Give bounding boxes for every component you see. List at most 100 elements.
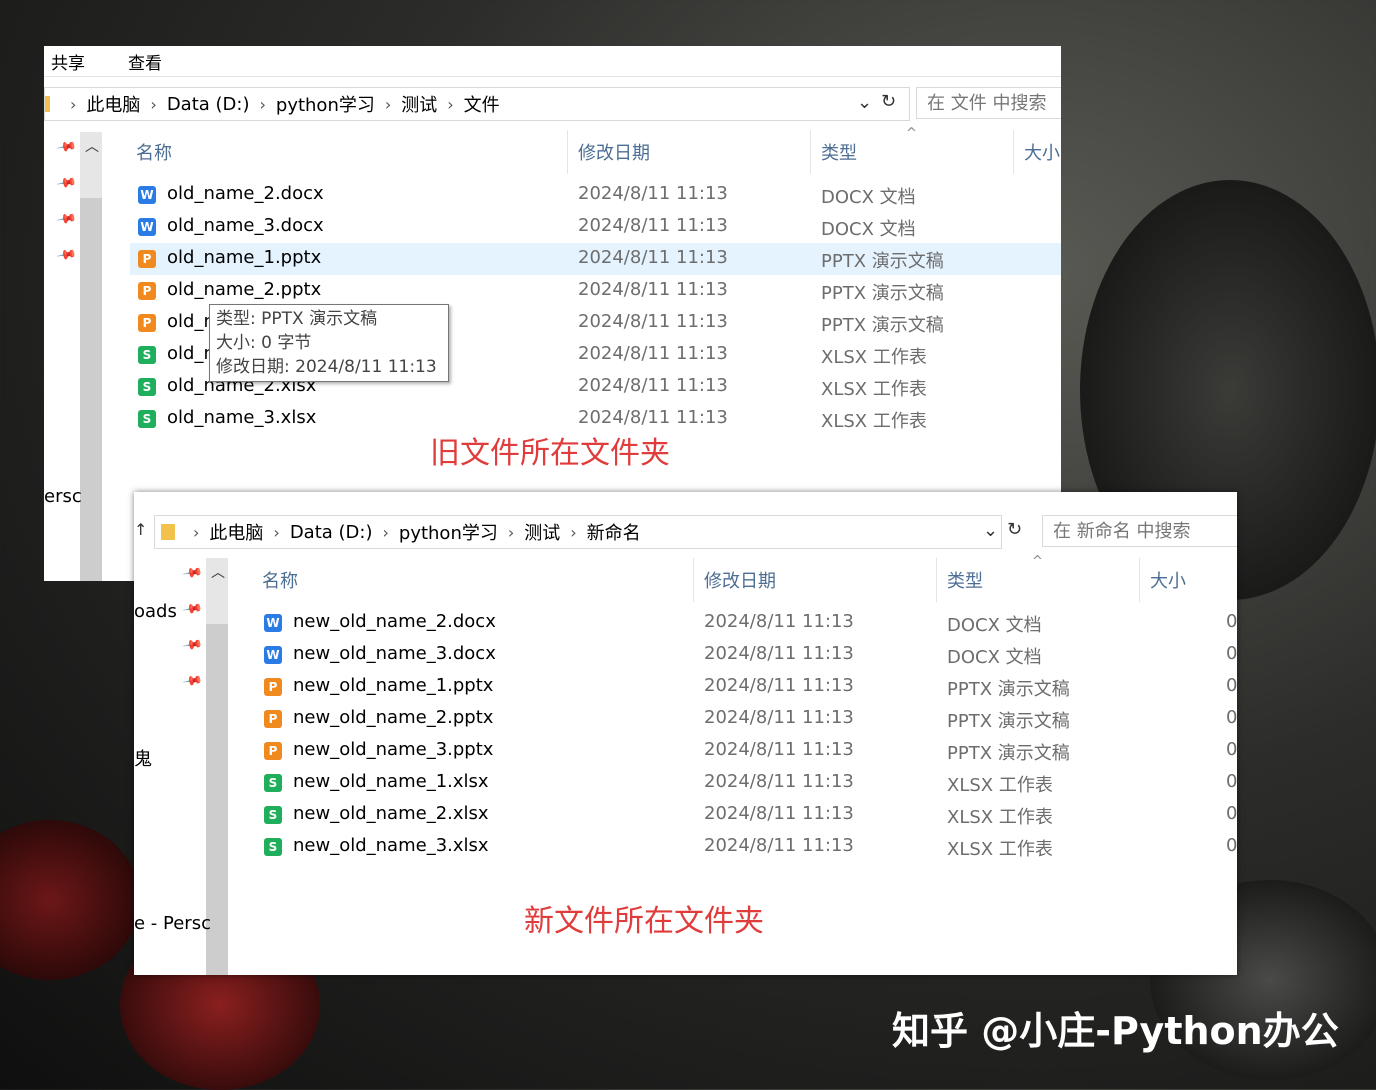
column-divider[interactable]	[1013, 130, 1014, 174]
column-header-name[interactable]: 名称	[136, 139, 172, 165]
column-header-name[interactable]: 名称	[262, 567, 298, 593]
column-divider[interactable]	[567, 130, 568, 174]
file-date: 2024/8/11 11:13	[578, 407, 728, 428]
nav-item-label[interactable]: ersc	[44, 486, 82, 507]
ppt-icon: P	[138, 250, 156, 268]
file-row[interactable]: Wold_name_2.docx 2024/8/11 11:13 DOCX 文档	[130, 179, 1061, 211]
breadcrumb-item[interactable]: 文件	[464, 91, 500, 117]
file-row[interactable]: Snew_old_name_3.xlsx 2024/8/11 11:13 XLSX …	[256, 831, 1237, 863]
file-size: 0	[1226, 707, 1237, 728]
column-header-date[interactable]: 修改日期	[704, 567, 776, 593]
column-header-type[interactable]: 类型	[947, 567, 983, 593]
ppt-icon: P	[138, 282, 156, 300]
pin-icon: 📌	[55, 136, 78, 159]
sheet-icon: S	[138, 346, 156, 364]
chevron-up-icon[interactable]: ︿	[211, 562, 225, 582]
file-type: PPTX 演示文稿	[821, 251, 944, 272]
pin-icon: 📌	[55, 244, 78, 267]
word-icon: W	[264, 614, 282, 632]
file-name: new_old_name_3.xlsx	[293, 835, 489, 856]
file-date: 2024/8/11 11:13	[578, 279, 728, 300]
breadcrumb-item[interactable]: 测试	[524, 519, 560, 545]
chevron-right-icon: ›	[150, 94, 157, 114]
wallpaper-shape	[0, 820, 140, 980]
column-divider[interactable]	[936, 558, 937, 602]
file-row[interactable]: Pold_name_2.pptx 2024/8/11 11:13 PPTX 演示文稿	[130, 275, 1061, 307]
sheet-icon: S	[138, 410, 156, 428]
file-row[interactable]: Pnew_old_name_2.pptx 2024/8/11 11:13 PPTX …	[256, 703, 1237, 735]
file-name: new_old_name_2.pptx	[293, 707, 494, 728]
file-type: PPTX 演示文稿	[821, 315, 944, 336]
up-arrow-icon[interactable]: ↑	[134, 520, 147, 539]
chevron-right-icon: ›	[447, 94, 454, 114]
chevron-right-icon: ›	[382, 522, 389, 542]
chevron-down-icon[interactable]: ⌄	[857, 92, 872, 113]
file-row[interactable]: Pnew_old_name_3.pptx 2024/8/11 11:13 PPTX …	[256, 735, 1237, 767]
nav-item-label[interactable]: oads	[134, 601, 177, 622]
file-name: new_old_name_1.xlsx	[293, 771, 489, 792]
column-header-type[interactable]: 类型	[821, 139, 857, 165]
file-name: new_old_name_2.xlsx	[293, 803, 489, 824]
nav-scroll-thumb[interactable]	[80, 198, 102, 581]
breadcrumb-item[interactable]: 此电脑	[86, 91, 140, 117]
refresh-icon[interactable]: ↻	[881, 91, 896, 112]
sheet-icon: S	[138, 378, 156, 396]
chevron-up-icon[interactable]: ︿	[85, 136, 99, 156]
chevron-right-icon: ›	[507, 522, 515, 542]
file-name: old_name_2.pptx	[167, 279, 322, 300]
file-type: PPTX 演示文稿	[821, 283, 944, 304]
breadcrumb-item[interactable]: Data (D:)	[167, 94, 250, 115]
search-input[interactable]: 在 文件 中搜索	[916, 87, 1061, 119]
search-input[interactable]: 在 新命名 中搜索	[1042, 515, 1237, 547]
file-date: 2024/8/11 11:13	[578, 247, 728, 268]
column-divider[interactable]	[693, 558, 694, 602]
nav-item-label[interactable]: 鬼	[134, 745, 152, 771]
file-name: new_old_name_3.docx	[293, 643, 496, 664]
file-row[interactable]: Snew_old_name_1.xlsx 2024/8/11 11:13 XLSX …	[256, 767, 1237, 799]
breadcrumb-item[interactable]: Data (D:)	[290, 522, 373, 543]
file-size: 0	[1226, 739, 1237, 760]
file-date: 2024/8/11 11:13	[704, 739, 854, 760]
sort-caret-icon: ^	[906, 126, 917, 141]
file-type: PPTX 演示文稿	[947, 679, 1070, 700]
file-date: 2024/8/11 11:13	[704, 771, 854, 792]
breadcrumb-item[interactable]: 测试	[401, 91, 437, 117]
explorer-window-new: › 此电脑 › Data (D:) › python学习 › 测试 › 新命名 …	[134, 492, 1237, 975]
file-size: 0	[1226, 643, 1237, 664]
file-size: 0	[1226, 675, 1237, 696]
nav-item-label[interactable]: e - Persc	[134, 913, 211, 934]
file-row[interactable]: Wnew_old_name_3.docx 2024/8/11 11:13 DOCX …	[256, 639, 1237, 671]
column-divider[interactable]	[1139, 558, 1140, 602]
file-date: 2024/8/11 11:13	[704, 707, 854, 728]
tooltip-type: 类型: PPTX 演示文稿	[216, 309, 378, 329]
file-type: XLSX 工作表	[821, 379, 927, 400]
menu-share[interactable]: 共享	[51, 49, 85, 74]
refresh-icon[interactable]: ↻	[1007, 519, 1022, 540]
pin-icon: 📌	[55, 208, 78, 231]
chevron-right-icon: ›	[384, 94, 392, 114]
column-divider[interactable]	[810, 130, 811, 174]
file-name: new_old_name_3.pptx	[293, 739, 494, 760]
file-size: 0	[1226, 611, 1237, 632]
file-row[interactable]: Wold_name_3.docx 2024/8/11 11:13 DOCX 文档	[130, 211, 1061, 243]
address-bar[interactable]: › 此电脑 › Data (D:) › python学习 › 测试 › 新命名	[154, 515, 1002, 549]
file-row[interactable]: Pnew_old_name_1.pptx 2024/8/11 11:13 PPTX …	[256, 671, 1237, 703]
menu-view[interactable]: 查看	[128, 49, 162, 74]
file-row[interactable]: Pold_name_1.pptx 2024/8/11 11:13 PPTX 演示文稿	[130, 243, 1061, 275]
file-date: 2024/8/11 11:13	[704, 675, 854, 696]
column-header-size[interactable]: 大小	[1024, 139, 1060, 165]
file-row[interactable]: Snew_old_name_2.xlsx 2024/8/11 11:13 XLSX …	[256, 799, 1237, 831]
file-name: new_old_name_2.docx	[293, 611, 496, 632]
breadcrumb-item[interactable]: python学习	[399, 519, 498, 545]
breadcrumb-item[interactable]: python学习	[276, 91, 375, 117]
file-date: 2024/8/11 11:13	[704, 611, 854, 632]
breadcrumb-item[interactable]: 此电脑	[209, 519, 263, 545]
column-header-date[interactable]: 修改日期	[578, 139, 650, 165]
file-date: 2024/8/11 11:13	[578, 311, 728, 332]
chevron-down-icon[interactable]: ⌄	[983, 520, 998, 541]
column-header-size[interactable]: 大小	[1150, 567, 1186, 593]
breadcrumb-item[interactable]: 新命名	[587, 519, 641, 545]
pin-icon: 📌	[181, 562, 204, 585]
address-bar[interactable]: › 此电脑 › Data (D:) › python学习 › 测试 › 文件	[44, 87, 910, 121]
file-row[interactable]: Wnew_old_name_2.docx 2024/8/11 11:13 DOCX …	[256, 607, 1237, 639]
